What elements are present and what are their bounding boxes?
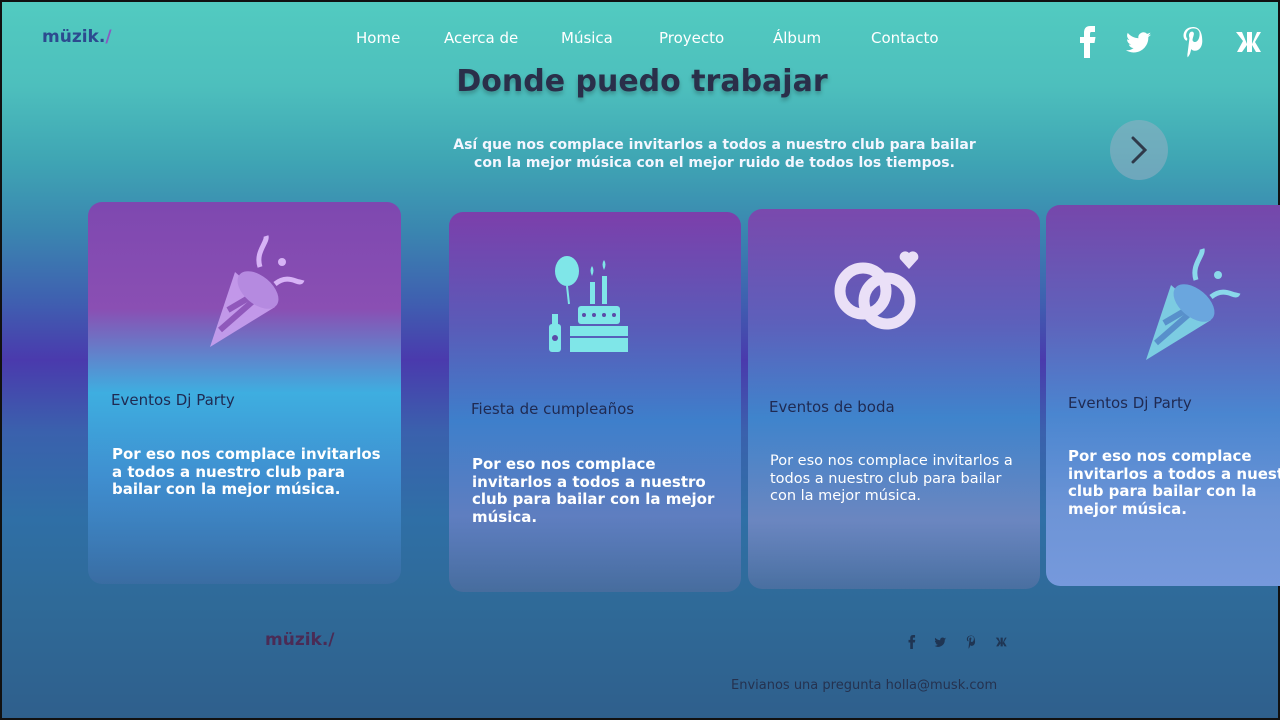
nav-musica[interactable]: Música	[561, 29, 613, 47]
pinterest-icon[interactable]	[1178, 26, 1208, 62]
birthday-cake-icon	[544, 254, 634, 363]
card-description: Por eso nos complace invitarlos a todos …	[770, 453, 1013, 504]
party-popper-icon	[200, 232, 310, 356]
card-title: Eventos de boda	[769, 398, 895, 416]
section-title: Donde puedo trabajar	[456, 64, 828, 99]
carousel-next-button[interactable]	[1110, 120, 1168, 180]
nav-home[interactable]: Home	[356, 29, 400, 47]
chevron-right-icon	[1131, 136, 1148, 164]
footer-twitter-icon[interactable]	[933, 634, 947, 653]
footer-vk-icon[interactable]	[994, 634, 1008, 653]
footer-logo[interactable]: müzik./	[265, 630, 335, 650]
card-title: Eventos Dj Party	[111, 391, 235, 409]
footer-pinterest-icon[interactable]	[964, 634, 978, 653]
wedding-rings-icon	[831, 249, 926, 343]
facebook-icon[interactable]	[1073, 26, 1103, 62]
twitter-icon[interactable]	[1123, 26, 1153, 62]
footer-contact-text: Envianos una pregunta holla@musk.com	[731, 678, 998, 693]
party-popper-icon	[1136, 245, 1246, 369]
card-description: Por eso nos complace invitarlos a todos …	[1068, 447, 1280, 518]
service-card-dj-party-2[interactable]: Eventos Dj Party Por eso nos complace in…	[1046, 205, 1280, 586]
nav-proyecto[interactable]: Proyecto	[659, 29, 724, 47]
footer-facebook-icon[interactable]	[905, 634, 919, 653]
intro-line-2: con la mejor música con el mejor ruido d…	[474, 155, 955, 171]
nav-album[interactable]: Álbum	[773, 29, 821, 47]
vk-icon[interactable]	[1233, 26, 1263, 62]
card-description: Por eso nos complace invitarlos a todos …	[472, 455, 715, 526]
intro-line-1: Así que nos complace invitarlos a todos …	[453, 137, 976, 153]
card-description: Por eso nos complace invitarlos a todos …	[112, 445, 381, 498]
nav-acerca-de[interactable]: Acerca de	[444, 29, 518, 47]
service-card-dj-party[interactable]: Eventos Dj Party Por eso nos complace in…	[88, 202, 401, 584]
section-intro: Así que nos complace invitarlos a todos …	[442, 136, 987, 172]
service-card-wedding[interactable]: Eventos de boda Por eso nos complace inv…	[748, 209, 1040, 589]
card-title: Eventos Dj Party	[1068, 394, 1192, 412]
nav-contacto[interactable]: Contacto	[871, 29, 939, 47]
service-card-birthday[interactable]: Fiesta de cumpleaños Por eso nos complac…	[449, 212, 741, 592]
card-title: Fiesta de cumpleaños	[471, 400, 635, 418]
